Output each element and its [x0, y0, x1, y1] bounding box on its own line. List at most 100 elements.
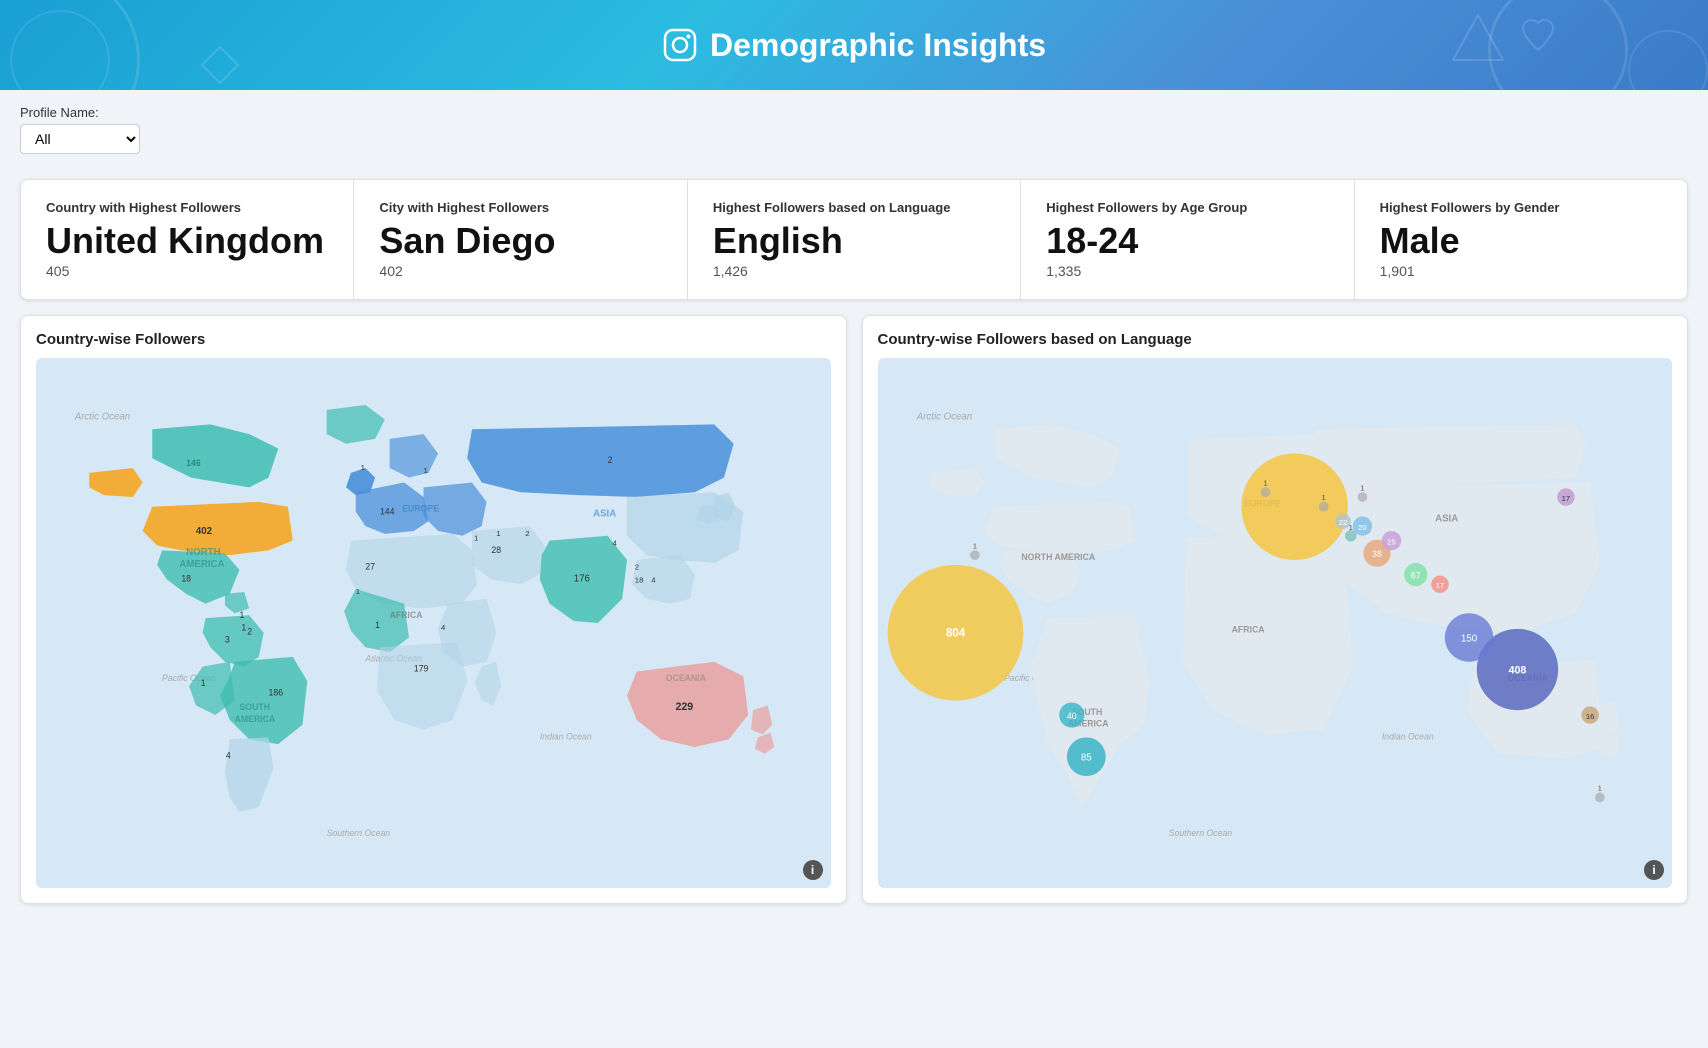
map-panel-country: Country-wise Followers Arctic Ocean Paci…	[20, 315, 847, 904]
svg-text:1: 1	[1321, 493, 1325, 502]
svg-text:1: 1	[239, 610, 244, 620]
kpi-city-sub: 402	[379, 263, 661, 279]
svg-text:17: 17	[1435, 581, 1444, 590]
svg-text:ASIA: ASIA	[593, 508, 616, 519]
svg-text:2: 2	[635, 563, 639, 572]
svg-text:2: 2	[525, 529, 529, 538]
svg-text:4: 4	[441, 623, 446, 632]
profile-select[interactable]: All	[20, 124, 140, 154]
kpi-country: Country with Highest Followers United Ki…	[21, 180, 354, 299]
kpi-row: Country with Highest Followers United Ki…	[20, 179, 1688, 300]
svg-text:16: 16	[1585, 712, 1594, 721]
kpi-city: City with Highest Followers San Diego 40…	[354, 180, 687, 299]
svg-text:Indian Ocean: Indian Ocean	[1381, 731, 1433, 741]
svg-text:67: 67	[1410, 570, 1420, 580]
svg-text:25: 25	[1387, 538, 1396, 547]
kpi-language-sub: 1,426	[713, 263, 995, 279]
svg-text:186: 186	[269, 688, 284, 698]
map1-container: Arctic Ocean Pacific Ocean Atlantic Ocea…	[36, 358, 831, 888]
svg-text:1: 1	[356, 587, 360, 596]
svg-text:OCEANIA: OCEANIA	[666, 673, 707, 683]
svg-text:20: 20	[1358, 523, 1367, 532]
svg-text:Southern Ocean: Southern Ocean	[1168, 828, 1232, 838]
svg-text:AMERICA: AMERICA	[235, 714, 276, 724]
svg-text:229: 229	[675, 701, 693, 713]
svg-text:AMERICA: AMERICA	[179, 559, 224, 570]
svg-text:NORTH: NORTH	[186, 547, 220, 558]
maps-row: Country-wise Followers Arctic Ocean Paci…	[20, 315, 1688, 904]
svg-text:Arctic Ocean: Arctic Ocean	[915, 412, 971, 423]
kpi-language: Highest Followers based on Language Engl…	[688, 180, 1021, 299]
svg-text:1: 1	[424, 466, 428, 475]
map-panel-language: Country-wise Followers based on Language…	[862, 315, 1689, 904]
map2-svg: Arctic Ocean Pacific Ocean Atlantic Ocea…	[878, 358, 1673, 888]
svg-text:144: 144	[380, 506, 395, 516]
svg-text:AFRICA: AFRICA	[390, 610, 424, 620]
svg-text:1: 1	[1348, 523, 1352, 532]
map1-info-button[interactable]: i	[803, 860, 823, 880]
decorative-diamond	[200, 45, 240, 85]
kpi-age: Highest Followers by Age Group 18-24 1,3…	[1021, 180, 1354, 299]
svg-text:ASIA: ASIA	[1435, 513, 1458, 524]
svg-text:1: 1	[496, 529, 500, 538]
kpi-country-label: Country with Highest Followers	[46, 200, 328, 215]
svg-text:1: 1	[1597, 784, 1601, 793]
kpi-gender-sub: 1,901	[1380, 263, 1662, 279]
svg-text:4: 4	[612, 538, 617, 547]
svg-text:4: 4	[226, 751, 231, 761]
kpi-gender-value: Male	[1380, 223, 1662, 259]
svg-text:179: 179	[414, 663, 429, 673]
svg-text:146: 146	[186, 458, 201, 468]
svg-text:150: 150	[1460, 633, 1476, 644]
map1-svg: Arctic Ocean Pacific Ocean Atlantic Ocea…	[36, 358, 831, 888]
svg-text:22: 22	[1338, 518, 1347, 527]
svg-text:1: 1	[361, 463, 365, 472]
svg-text:18: 18	[635, 575, 644, 584]
svg-text:1: 1	[1360, 483, 1364, 492]
kpi-country-sub: 405	[46, 263, 328, 279]
page-header: Demographic Insights	[0, 0, 1708, 90]
kpi-language-label: Highest Followers based on Language	[713, 200, 995, 215]
svg-text:Indian Ocean: Indian Ocean	[540, 731, 592, 741]
svg-text:AFRICA: AFRICA	[1231, 625, 1265, 635]
svg-text:3: 3	[225, 634, 230, 644]
svg-text:2: 2	[608, 455, 613, 465]
svg-text:27: 27	[365, 562, 375, 572]
kpi-age-label: Highest Followers by Age Group	[1046, 200, 1328, 215]
instagram-icon	[662, 27, 698, 63]
svg-text:402: 402	[196, 526, 212, 537]
map2-info-button[interactable]: i	[1644, 860, 1664, 880]
svg-text:EUROPE: EUROPE	[402, 504, 439, 514]
map1-title: Country-wise Followers	[36, 331, 831, 348]
svg-text:176: 176	[574, 573, 590, 584]
decorative-shape	[1448, 10, 1508, 70]
svg-text:408: 408	[1508, 664, 1526, 676]
profile-section: Profile Name: All	[0, 90, 1708, 164]
decorative-heart	[1518, 15, 1558, 55]
svg-text:85: 85	[1080, 753, 1091, 764]
kpi-language-value: English	[713, 223, 995, 259]
kpi-city-value: San Diego	[379, 223, 661, 259]
map2-title: Country-wise Followers based on Language	[878, 331, 1673, 348]
svg-text:28: 28	[491, 545, 501, 555]
kpi-gender: Highest Followers by Gender Male 1,901	[1355, 180, 1687, 299]
svg-text:4: 4	[651, 575, 656, 584]
kpi-age-value: 18-24	[1046, 223, 1328, 259]
svg-text:1: 1	[474, 534, 478, 543]
svg-text:NORTH AMERICA: NORTH AMERICA	[1021, 552, 1095, 562]
kpi-age-sub: 1,335	[1046, 263, 1328, 279]
svg-text:38: 38	[1372, 549, 1382, 559]
svg-text:804: 804	[945, 627, 965, 640]
kpi-country-value: United Kingdom	[46, 223, 328, 259]
kpi-gender-label: Highest Followers by Gender	[1380, 200, 1662, 215]
svg-text:Southern Ocean: Southern Ocean	[327, 828, 391, 838]
svg-text:1: 1	[201, 678, 206, 688]
svg-text:1: 1	[241, 623, 246, 633]
svg-text:Arctic Ocean: Arctic Ocean	[74, 412, 130, 423]
header-title: Demographic Insights	[662, 27, 1046, 64]
svg-text:2: 2	[247, 627, 252, 637]
svg-text:1: 1	[972, 541, 976, 550]
svg-text:1: 1	[375, 620, 380, 630]
profile-label: Profile Name:	[20, 105, 1688, 120]
map2-container: Arctic Ocean Pacific Ocean Atlantic Ocea…	[878, 358, 1673, 888]
